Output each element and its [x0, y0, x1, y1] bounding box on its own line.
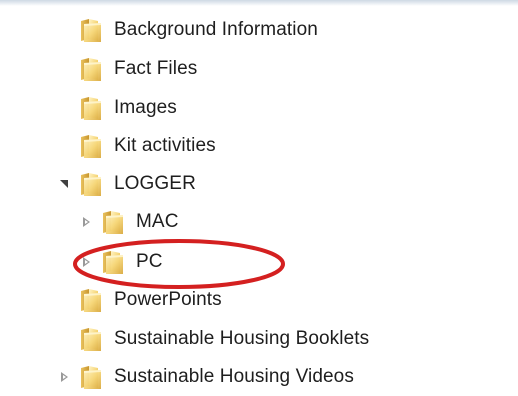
- collapsed-arrow-icon[interactable]: [58, 370, 72, 384]
- tree-item-sustainable-housing-booklets[interactable]: Sustainable Housing Booklets: [58, 322, 369, 356]
- folder-icon: [78, 326, 104, 352]
- folder-tree: Background Information Fact Files Images…: [0, 0, 518, 396]
- folder-icon: [78, 171, 104, 197]
- tree-item-pc[interactable]: PC: [80, 245, 163, 279]
- tree-item-powerpoints[interactable]: PowerPoints: [58, 283, 222, 317]
- folder-icon: [100, 249, 126, 275]
- tree-item-background-information[interactable]: Background Information: [58, 13, 318, 47]
- collapsed-arrow-icon[interactable]: [80, 255, 94, 269]
- collapsed-arrow-icon[interactable]: [80, 215, 94, 229]
- folder-icon: [78, 364, 104, 390]
- tree-item-label: PC: [136, 251, 163, 272]
- tree-item-label: Sustainable Housing Videos: [114, 366, 354, 387]
- tree-item-label: Fact Files: [114, 58, 198, 79]
- tree-item-mac[interactable]: MAC: [80, 205, 179, 239]
- folder-icon: [78, 133, 104, 159]
- tree-item-label: LOGGER: [114, 173, 196, 194]
- folder-icon: [78, 17, 104, 43]
- tree-item-fact-files[interactable]: Fact Files: [58, 52, 197, 86]
- tree-item-logger[interactable]: LOGGER: [58, 167, 196, 201]
- tree-item-sustainable-housing-videos[interactable]: Sustainable Housing Videos: [58, 360, 354, 394]
- tree-item-label: PowerPoints: [114, 289, 222, 310]
- folder-icon: [78, 287, 104, 313]
- tree-item-label: Images: [114, 97, 177, 118]
- folder-icon: [78, 95, 104, 121]
- tree-item-kit-activities[interactable]: Kit activities: [58, 129, 216, 163]
- tree-item-label: Kit activities: [114, 135, 216, 156]
- folder-icon: [100, 209, 126, 235]
- tree-item-label: Sustainable Housing Booklets: [114, 328, 370, 349]
- tree-item-images[interactable]: Images: [58, 91, 177, 125]
- tree-item-label: MAC: [136, 211, 179, 232]
- expanded-arrow-icon[interactable]: [58, 177, 72, 191]
- folder-icon: [78, 56, 104, 82]
- tree-item-label: Background Information: [114, 19, 318, 40]
